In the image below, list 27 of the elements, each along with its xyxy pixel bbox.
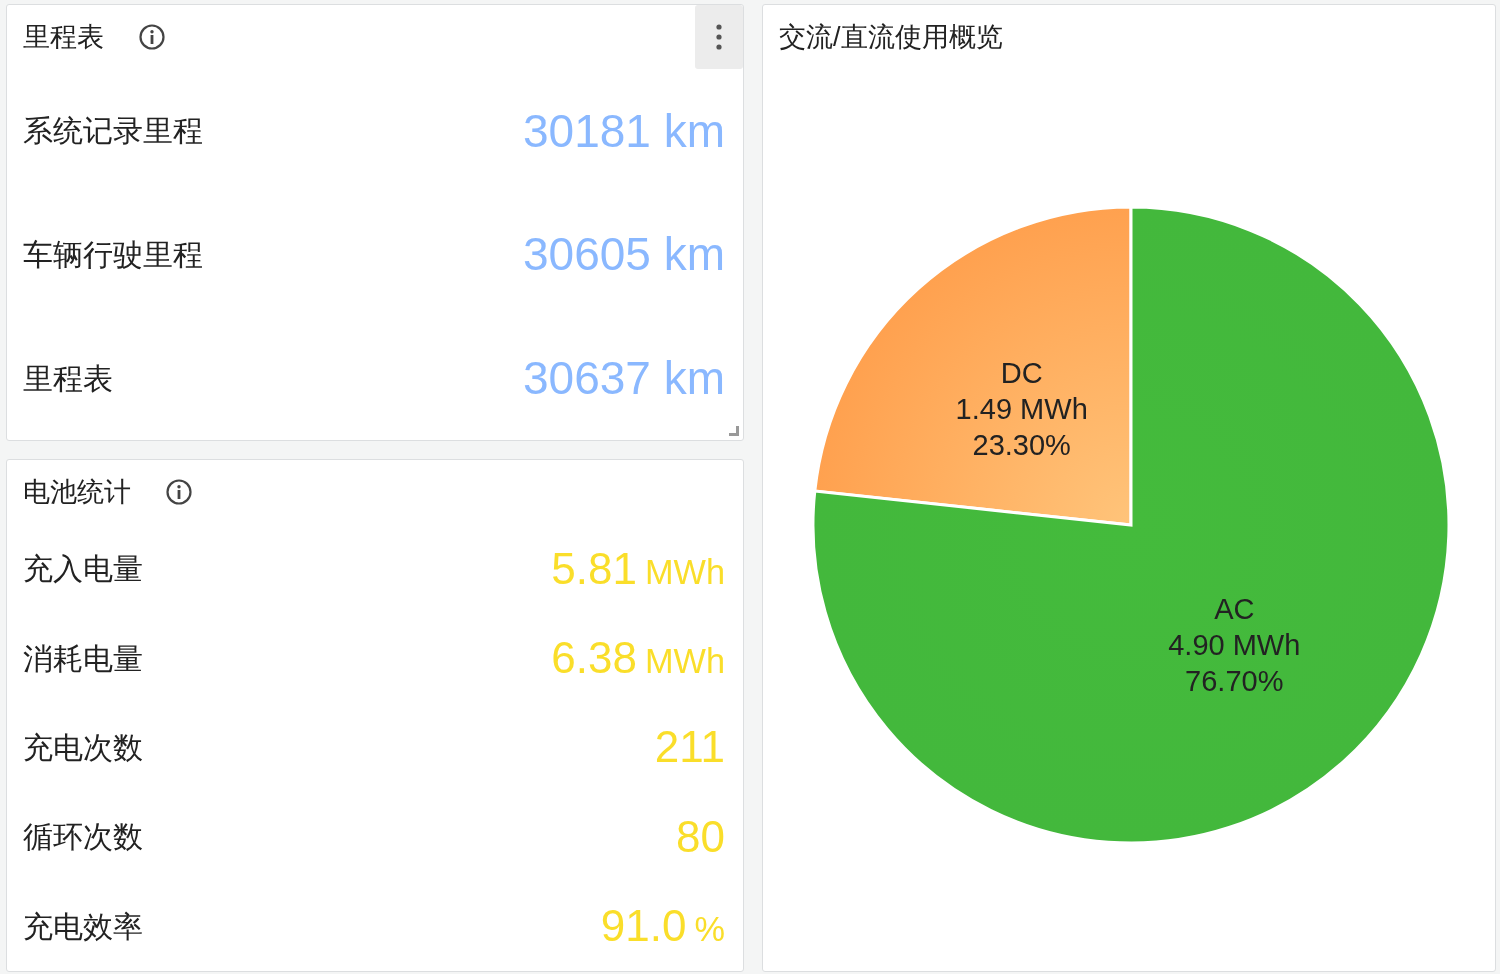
stat-label: 充电次数 (23, 729, 143, 766)
stat-value: 30605 km (523, 231, 725, 278)
stat-value: 211 (654, 725, 725, 770)
pie-slice[interactable] (811, 205, 1451, 845)
stat-label: 里程表 (23, 360, 113, 397)
info-icon[interactable] (165, 478, 193, 506)
stat-label: 系统记录里程 (23, 113, 203, 150)
panel-title: 里程表 (23, 20, 104, 54)
panel-title: 电池统计 (23, 475, 131, 509)
more-icon (716, 24, 722, 50)
menu-button[interactable] (695, 5, 743, 69)
stat-value: 30181 km (523, 107, 725, 154)
resize-handle[interactable] (729, 426, 739, 436)
stat-label: 车辆行驶里程 (23, 237, 203, 273)
stat-value: 30637 km (523, 355, 725, 402)
info-icon[interactable] (138, 23, 166, 51)
slice-label: AC 4.90 MWh 76.70% (1168, 593, 1301, 698)
stat-value: 5.81 MWh (551, 546, 725, 591)
stat-value: 80 (676, 814, 725, 859)
stat-value: 6.38 MWh (551, 636, 725, 681)
stat-value: 91.0 % (600, 904, 725, 949)
stat-label: 充入电量 (23, 551, 143, 588)
stat-label: 循环次数 (23, 819, 143, 856)
stat-label: 消耗电量 (23, 640, 143, 677)
stat-label: 充电效率 (23, 908, 143, 945)
panel-title: 交流/直流使用概览 (779, 20, 1003, 54)
slice-label: DC 1.49 MWh 23.30% (955, 356, 1088, 461)
